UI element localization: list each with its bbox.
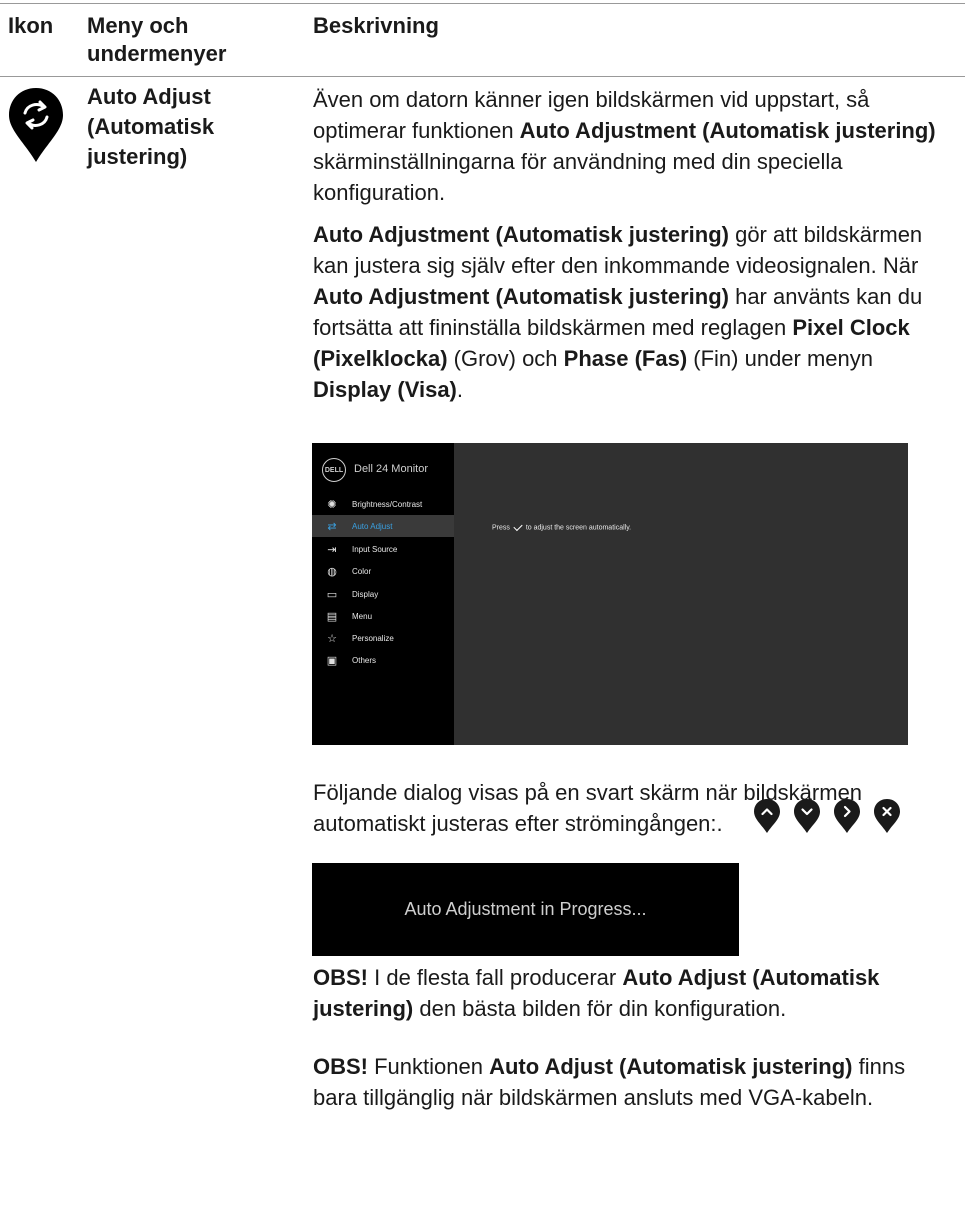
auto-adjust-icon: ⇄ [327,520,337,533]
menu-name: Auto Adjust (Automatisk justering) [87,84,215,169]
osd-item-personalize[interactable]: ☆ Personalize [312,627,454,649]
header-icon: Ikon [8,13,54,38]
input-source-icon: ⇥ [327,543,337,556]
osd-message: Press to adjust the screen automatically… [492,521,631,532]
color-palette-icon: ◍ [327,565,337,578]
osd-title: Dell 24 Monitor [354,463,428,475]
progress-text: Auto Adjustment in Progress... [404,899,647,919]
menu-icon: ▤ [326,610,338,623]
osd-item-others[interactable]: ▣ Others [312,649,454,671]
header-rule [0,76,965,77]
others-icon: ▣ [326,654,338,667]
auto-adjust-icon [9,88,63,162]
osd-item-brightness-contrast[interactable]: ✺ Brightness/Contrast [312,493,454,515]
osd-item-menu[interactable]: ▤ Menu [312,605,454,627]
osd-item-display[interactable]: ▭ Display [312,583,454,605]
description-paragraph-3: Följande dialog visas på en svart skärm … [313,780,863,836]
table-top-rule [0,3,965,4]
brightness-icon: ✺ [327,498,337,511]
display-icon: ▭ [326,588,338,601]
osd-item-input-source[interactable]: ⇥ Input Source [312,538,454,560]
osd-menu-screenshot: DELL Dell 24 Monitor ✺ Brightness/Contra… [312,443,908,745]
osd-item-auto-adjust[interactable]: ⇄ Auto Adjust [312,515,454,537]
description-paragraph-2: Auto Adjustment (Automatisk justering) g… [313,222,923,402]
note-paragraph-1: OBS! I de flesta fall producerar Auto Ad… [313,965,880,1021]
header-menu: Meny och undermenyer [87,13,227,66]
checkmark-icon [513,521,523,532]
dell-logo: DELL [322,458,346,482]
auto-adjust-progress-dialog: Auto Adjustment in Progress... [312,863,739,956]
note-paragraph-2: OBS! Funktionen Auto Adjust (Automatisk … [313,1054,906,1110]
header-description: Beskrivning [313,13,439,38]
osd-item-color[interactable]: ◍ Color [312,560,454,582]
description-paragraph-1: Även om datorn känner igen bildskärmen v… [313,87,936,205]
star-icon: ☆ [327,632,337,645]
osd-sidebar: DELL Dell 24 Monitor ✺ Brightness/Contra… [312,443,454,745]
